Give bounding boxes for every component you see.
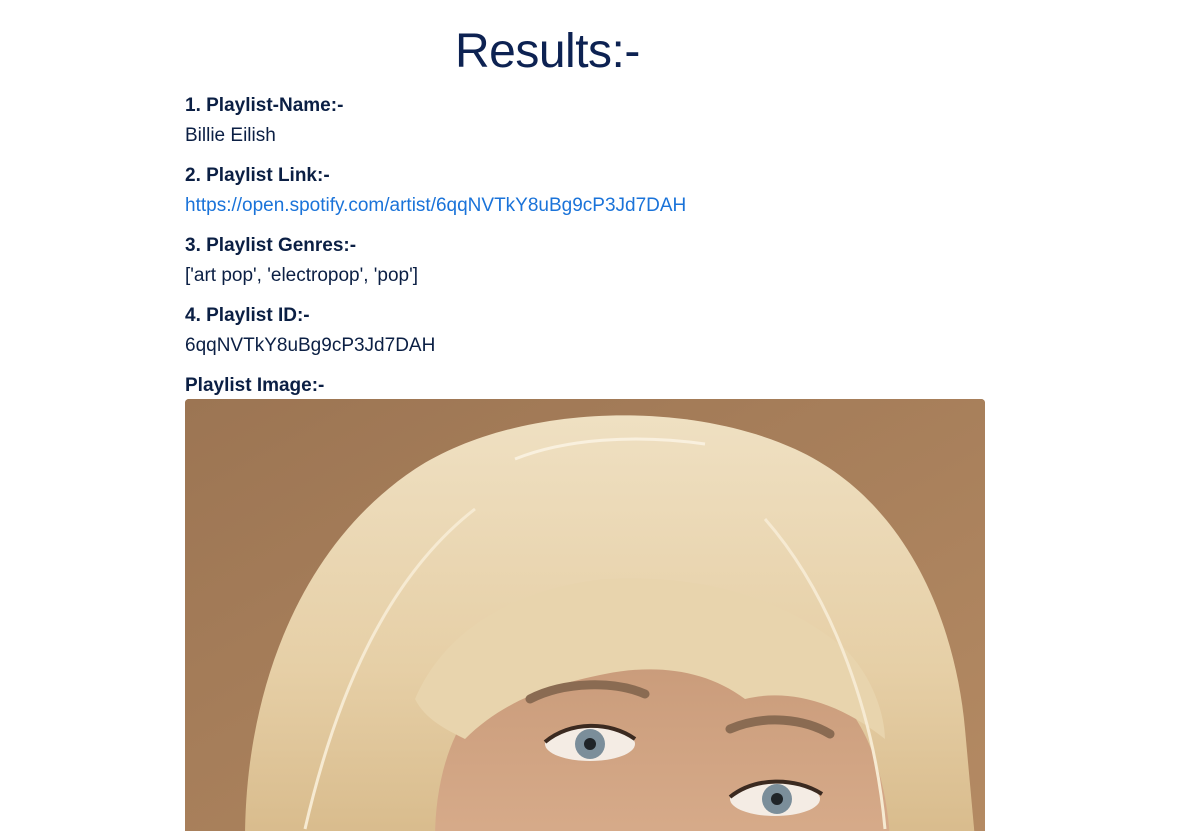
playlist-genres-value: ['art pop', 'electropop', 'pop'] xyxy=(185,265,419,286)
playlist-image xyxy=(185,399,985,831)
playlist-id-field: 4. Playlist ID:- 6qqNVTkY8uBg9cP3Jd7DAH xyxy=(185,304,435,358)
playlist-name-label: 1. Playlist-Name:- xyxy=(185,95,344,116)
page-title: Results:- xyxy=(455,25,640,78)
playlist-name-value: Billie Eilish xyxy=(185,125,276,146)
playlist-link-field: 2. Playlist Link:- https://open.spotify.… xyxy=(185,164,686,218)
playlist-photo xyxy=(185,399,985,831)
playlist-link-label: 2. Playlist Link:- xyxy=(185,165,330,186)
playlist-image-label: Playlist Image:- xyxy=(185,375,325,396)
playlist-link[interactable]: https://open.spotify.com/artist/6qqNVTkY… xyxy=(185,194,686,218)
playlist-id-label: 4. Playlist ID:- xyxy=(185,305,310,326)
playlist-genres-field: 3. Playlist Genres:- ['art pop', 'electr… xyxy=(185,234,418,288)
playlist-id-value: 6qqNVTkY8uBg9cP3Jd7DAH xyxy=(185,335,436,356)
playlist-genres-label: 3. Playlist Genres:- xyxy=(185,235,357,256)
playlist-name-field: 1. Playlist-Name:- Billie Eilish xyxy=(185,94,343,148)
